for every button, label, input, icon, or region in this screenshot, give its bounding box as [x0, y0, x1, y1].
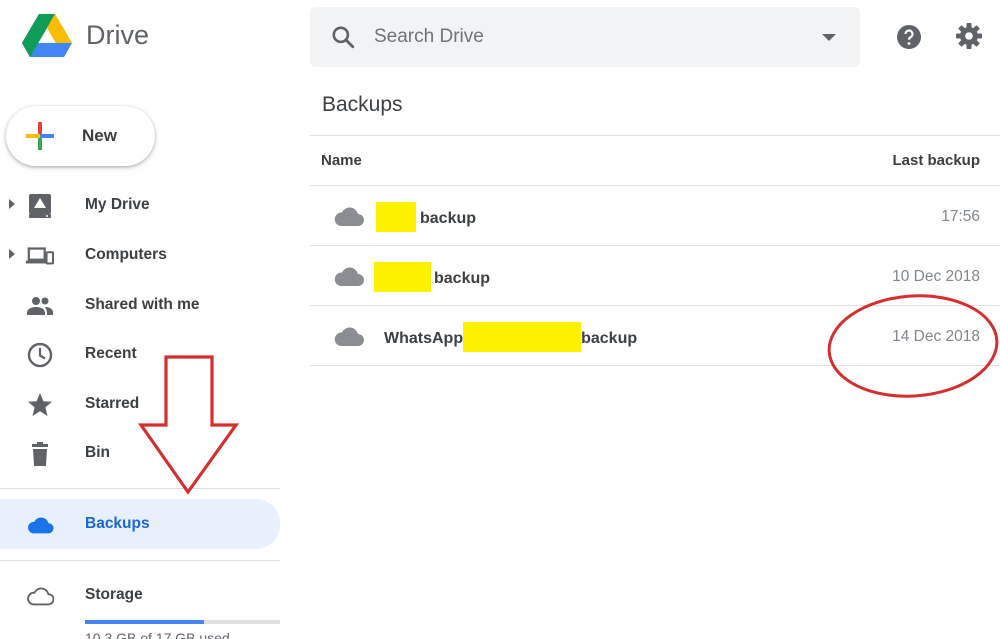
sidebar-item-backups[interactable]: Backups	[0, 499, 280, 549]
page-title: Backups	[322, 93, 403, 116]
table-row[interactable]: backup 10 Dec 2018	[310, 246, 1000, 306]
sidebar-item-storage[interactable]: Storage	[0, 573, 280, 617]
sidebar-item-my-drive[interactable]: My Drive	[0, 183, 280, 227]
new-button-label: New	[82, 126, 117, 145]
backup-name: backup	[376, 202, 477, 232]
app-title: Drive	[86, 20, 150, 50]
cloud-icon	[334, 207, 364, 226]
cloud-icon	[334, 327, 364, 346]
gear-icon[interactable]	[955, 22, 983, 50]
backup-name-suffix: backup	[434, 270, 491, 287]
sidebar-item-label: Backups	[85, 515, 150, 532]
plus-icon	[26, 122, 54, 150]
last-backup-date: 14 Dec 2018	[892, 328, 980, 345]
sidebar-item-label: My Drive	[85, 196, 150, 213]
backup-name-suffix: backup	[420, 210, 477, 227]
sidebar-item-label: Computers	[85, 246, 167, 263]
backup-name-suffix: backup	[581, 330, 638, 347]
column-header-last-backup[interactable]: Last backup	[892, 152, 980, 169]
redaction-highlight	[463, 322, 582, 352]
column-header-name[interactable]: Name	[321, 152, 362, 169]
backup-name: WhatsApp backup	[384, 322, 638, 352]
cloud-outline-icon	[27, 587, 54, 606]
storage-bar	[85, 620, 280, 624]
cloud-icon	[28, 517, 54, 534]
sidebar-item-label: Shared with me	[85, 296, 200, 313]
sidebar-item-bin[interactable]: Bin	[0, 431, 280, 475]
clock-icon	[27, 342, 53, 368]
last-backup-date: 17:56	[941, 208, 980, 225]
sidebar-item-recent[interactable]: Recent	[0, 332, 280, 376]
star-icon	[28, 393, 52, 416]
sidebar-divider	[0, 560, 280, 561]
storage-usage-text: 10.3 GB of 17 GB used	[85, 630, 230, 639]
sidebar-item-starred[interactable]: Starred	[0, 382, 280, 426]
last-backup-date: 10 Dec 2018	[892, 268, 980, 285]
new-button[interactable]: New	[6, 106, 155, 166]
expand-arrow-icon[interactable]	[9, 249, 15, 259]
search-icon[interactable]	[330, 24, 356, 50]
sidebar-item-computers[interactable]: Computers	[0, 233, 280, 277]
help-icon[interactable]	[896, 24, 922, 50]
trash-icon	[32, 442, 48, 466]
expand-arrow-icon[interactable]	[9, 199, 15, 209]
people-icon	[27, 297, 53, 315]
sidebar-item-label: Storage	[85, 586, 143, 603]
redaction-highlight	[374, 262, 431, 292]
sidebar-divider	[0, 488, 280, 489]
backups-table: Name Last backup backup 17:56 backup 10 …	[310, 135, 1000, 366]
computers-icon	[26, 247, 54, 265]
search-bar[interactable]	[310, 7, 860, 67]
search-options-chevron-down-icon[interactable]	[822, 34, 836, 41]
sidebar-item-label: Starred	[85, 395, 140, 412]
sidebar-item-label: Recent	[85, 345, 137, 362]
table-header: Name Last backup	[310, 135, 1000, 186]
redaction-highlight	[376, 202, 416, 232]
search-input[interactable]	[374, 21, 794, 53]
sidebar-item-label: Bin	[85, 444, 110, 461]
cloud-icon	[334, 267, 364, 286]
table-row[interactable]: WhatsApp backup 14 Dec 2018	[310, 306, 1000, 366]
backup-name-prefix: WhatsApp	[384, 330, 464, 347]
drive-logo[interactable]	[22, 14, 72, 58]
sidebar-item-shared-with-me[interactable]: Shared with me	[0, 283, 280, 327]
my-drive-icon	[29, 194, 51, 218]
backup-name: backup	[374, 262, 491, 292]
table-row[interactable]: backup 17:56	[310, 186, 1000, 246]
storage-bar-fill	[85, 620, 204, 624]
